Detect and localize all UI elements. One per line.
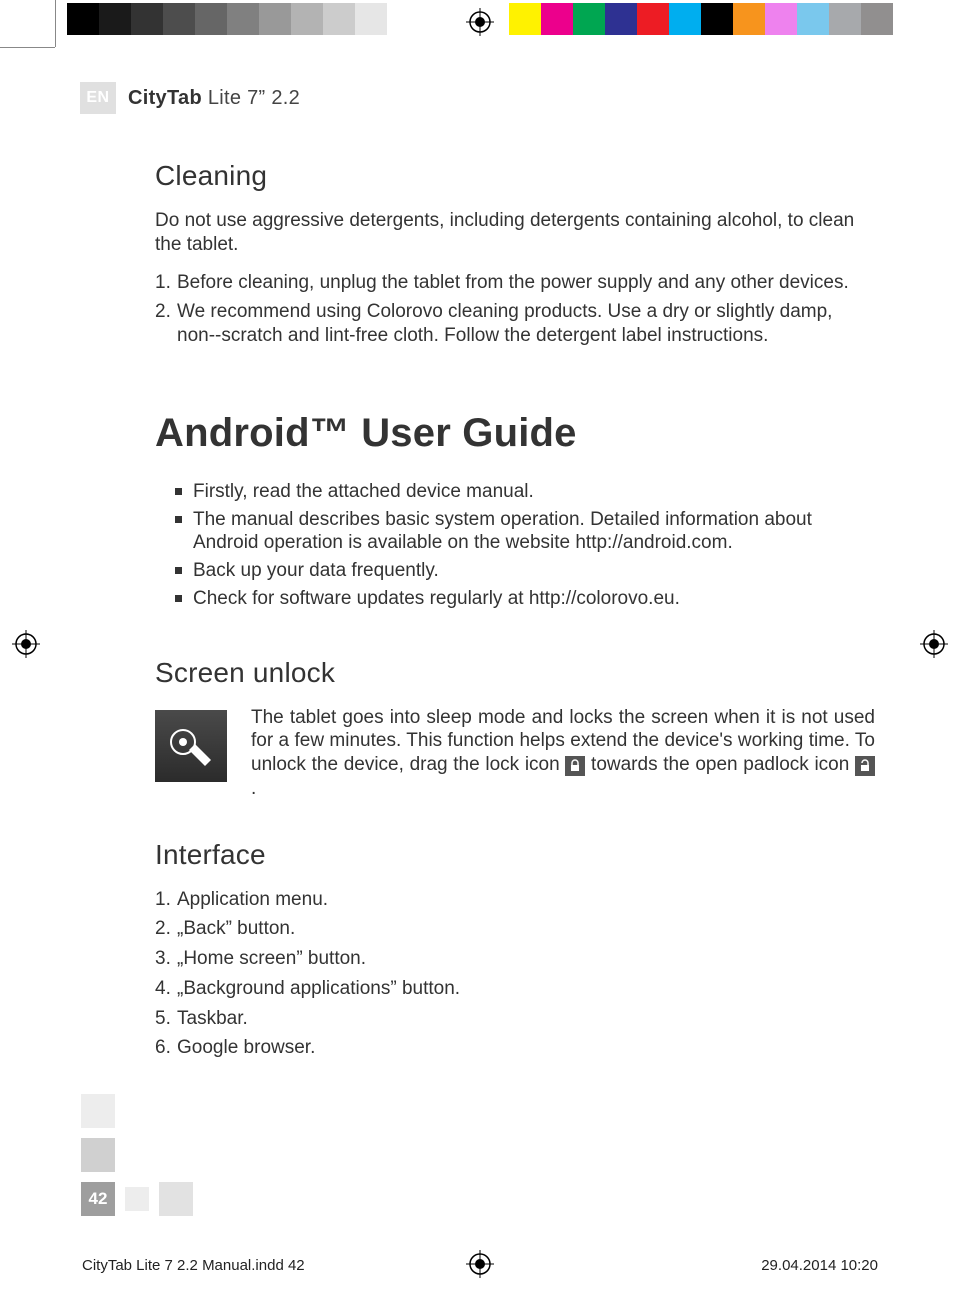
swatch [67, 3, 99, 35]
interface-list: Application menu. „Back” button. „Home scr… [155, 888, 875, 1061]
swatch [829, 3, 861, 35]
swatch [669, 3, 701, 35]
registration-mark-icon [12, 630, 40, 658]
deco-square [81, 1138, 115, 1172]
page-decoration: 42 [81, 1094, 193, 1216]
registration-mark-icon [466, 8, 494, 36]
lock-open-icon [855, 756, 875, 776]
android-heading: Android™ User Guide [155, 408, 875, 458]
slug-datetime: 29.04.2014 10:20 [761, 1257, 878, 1274]
cleaning-intro: Do not use aggressive detergents, includ… [155, 209, 875, 257]
swatch [195, 3, 227, 35]
swatch [355, 3, 387, 35]
swatch [227, 3, 259, 35]
slug-file: CityTab Lite 7 2.2 Manual.indd 42 [82, 1257, 305, 1274]
swatch [637, 3, 669, 35]
crop-mark [0, 47, 55, 48]
interface-item: „Home screen” button. [155, 947, 875, 971]
cleaning-heading: Cleaning [155, 158, 875, 193]
swatch [573, 3, 605, 35]
cleaning-step: We recommend using Colorovo cleaning pro… [155, 300, 875, 348]
deco-square [159, 1182, 193, 1216]
swatch [323, 3, 355, 35]
interface-item: „Background applications” button. [155, 977, 875, 1001]
swatch [259, 3, 291, 35]
registration-mark-icon [920, 630, 948, 658]
product-bold: CityTab [128, 87, 202, 109]
swatch [99, 3, 131, 35]
screen-unlock-heading: Screen unlock [155, 655, 875, 690]
deco-square [81, 1094, 115, 1128]
swatch [387, 3, 419, 35]
screen-unlock-t2: towards the open padlock icon [585, 754, 855, 775]
interface-item: Taskbar. [155, 1007, 875, 1031]
swatch [701, 3, 733, 35]
header: EN CityTab Lite 7” 2.2 [80, 82, 880, 114]
page-number: 42 [81, 1182, 115, 1216]
page-body: EN CityTab Lite 7” 2.2 Cleaning Do not u… [80, 82, 880, 1216]
printer-colorbar [67, 3, 893, 35]
swatch [605, 3, 637, 35]
android-bullet: The manual describes basic system operat… [175, 508, 875, 556]
swatch [131, 3, 163, 35]
swatch [797, 3, 829, 35]
interface-item: Application menu. [155, 888, 875, 912]
deco-square [125, 1187, 149, 1211]
android-bullets: Firstly, read the attached device manual… [175, 480, 875, 611]
crop-mark [55, 0, 56, 47]
swatch [733, 3, 765, 35]
swatch [509, 3, 541, 35]
android-bullet: Firstly, read the attached device manual… [175, 480, 875, 504]
interface-item: Google browser. [155, 1036, 875, 1060]
product-title: CityTab Lite 7” 2.2 [128, 87, 300, 110]
slug-line: CityTab Lite 7 2.2 Manual.indd 42 29.04.… [82, 1257, 878, 1274]
swatch [765, 3, 797, 35]
cleaning-steps: Before cleaning, unplug the tablet from … [155, 271, 875, 348]
swatch [861, 3, 893, 35]
language-badge: EN [80, 82, 116, 114]
swatch [163, 3, 195, 35]
screen-unlock-text: The tablet goes into sleep mode and lock… [251, 706, 875, 801]
interface-item: „Back” button. [155, 917, 875, 941]
cleaning-step: Before cleaning, unplug the tablet from … [155, 271, 875, 295]
android-bullet: Back up your data frequently. [175, 559, 875, 583]
product-light: Lite 7” 2.2 [202, 87, 300, 109]
interface-heading: Interface [155, 837, 875, 872]
android-bullet: Check for software updates regularly at … [175, 587, 875, 611]
swatch [291, 3, 323, 35]
swatch [541, 3, 573, 35]
touch-icon [155, 710, 227, 782]
screen-unlock-t3: . [251, 778, 256, 799]
lock-closed-icon [565, 756, 585, 776]
screen-unlock-block: The tablet goes into sleep mode and lock… [155, 706, 875, 801]
